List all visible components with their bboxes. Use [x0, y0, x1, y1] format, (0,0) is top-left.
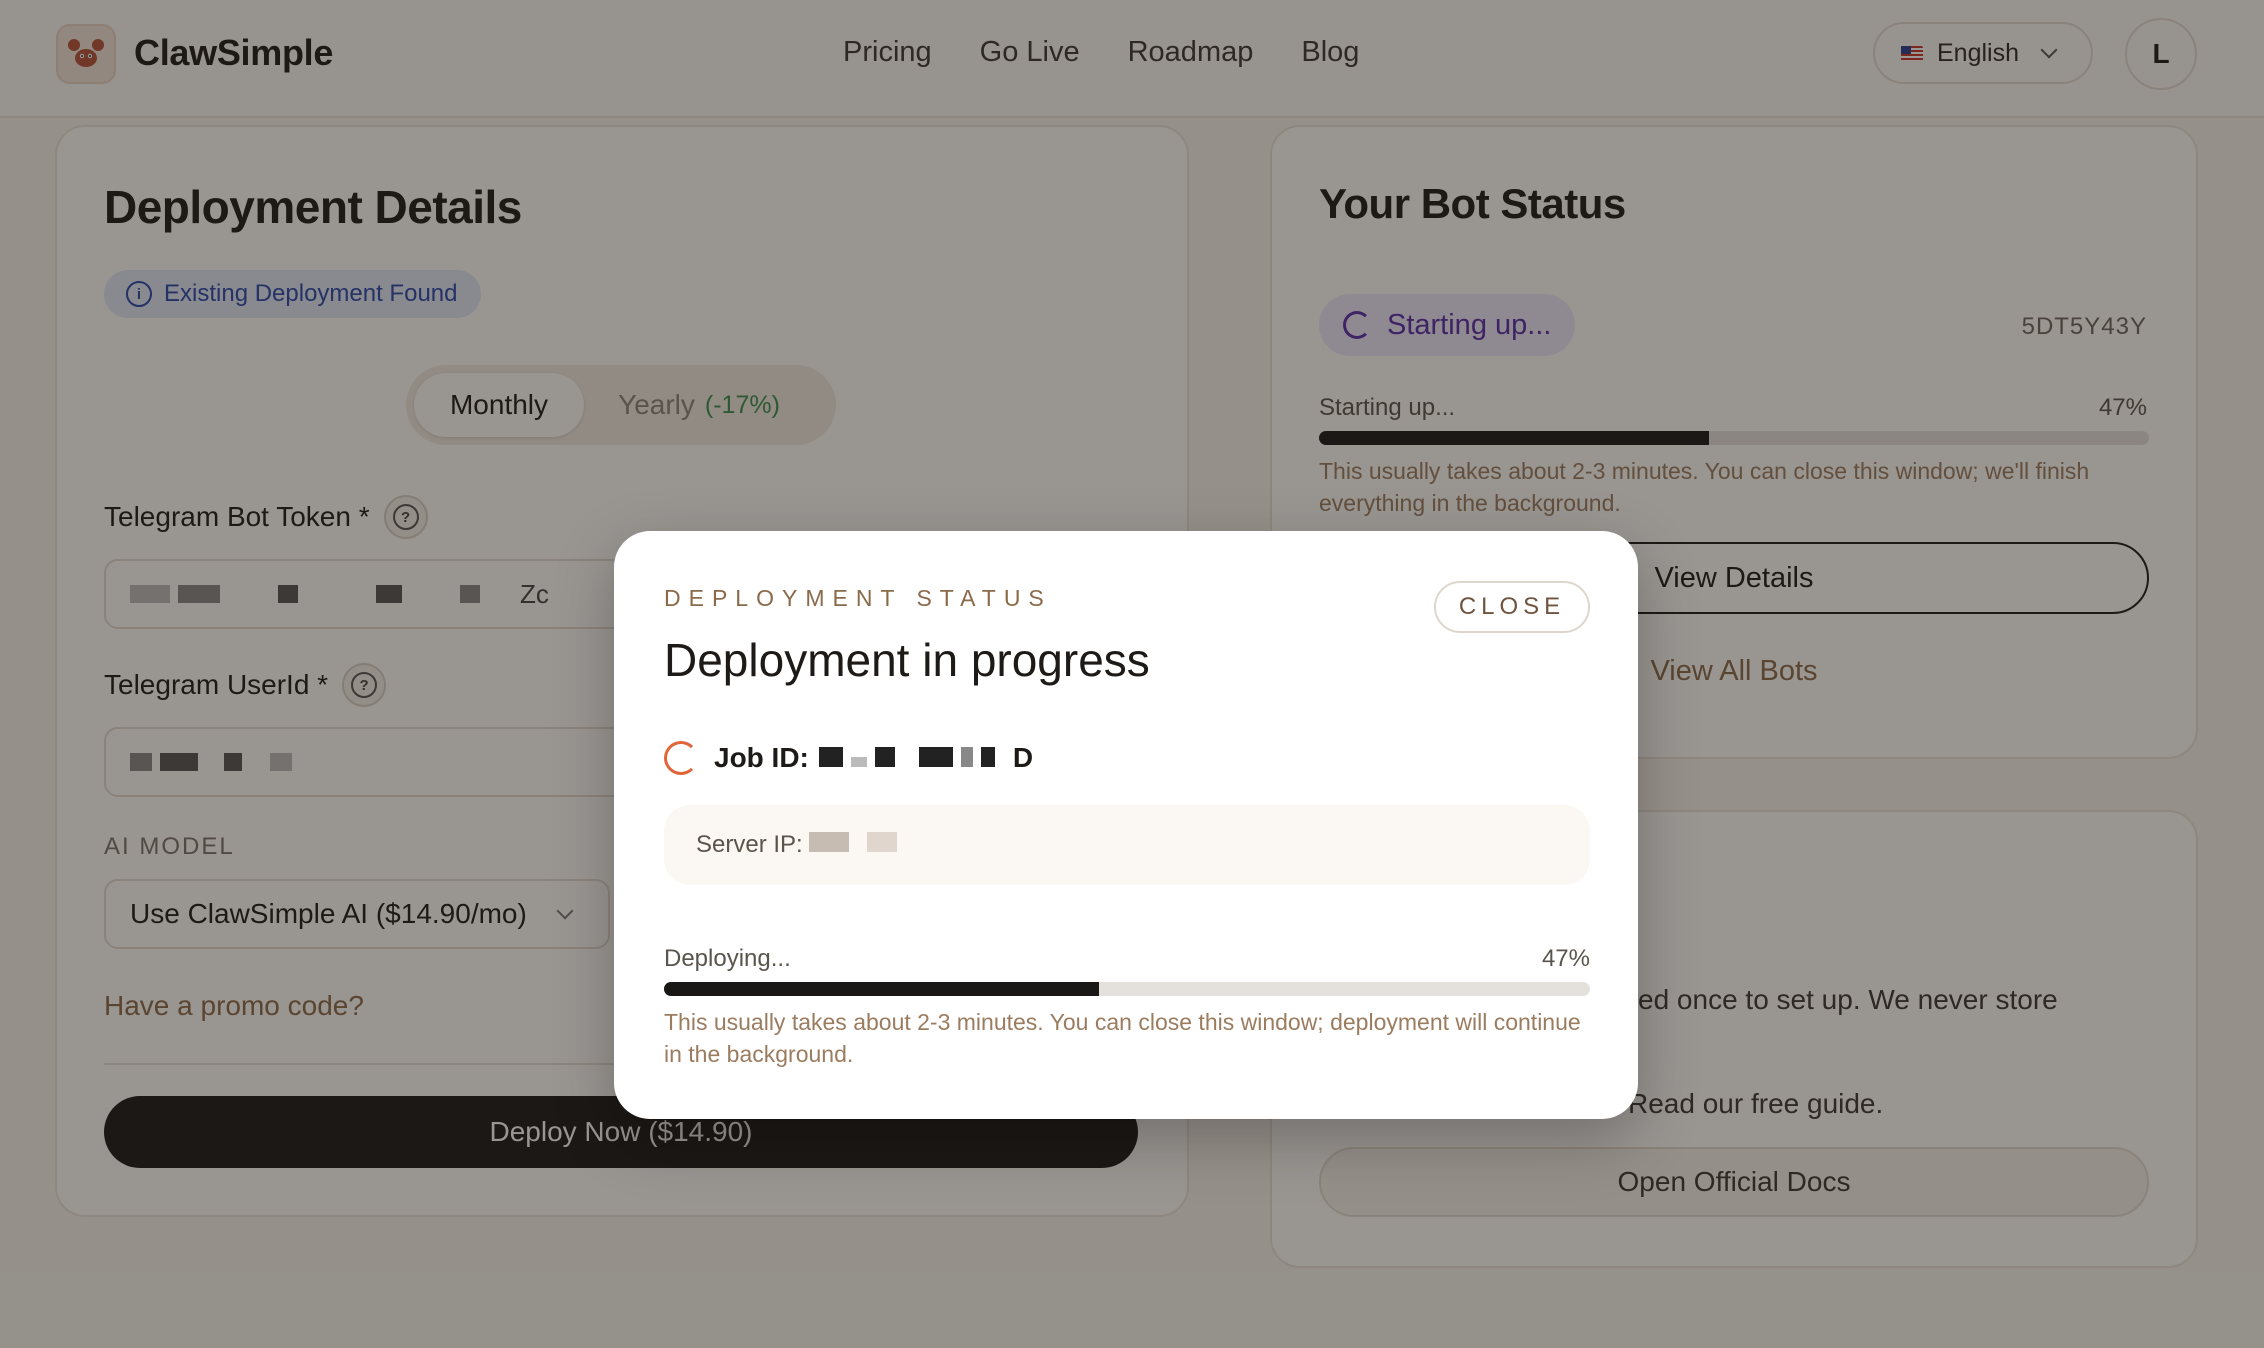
- modal-progress-label: Deploying...: [664, 945, 791, 972]
- modal-title: Deployment in progress: [664, 634, 1150, 686]
- server-ip-label: Server IP:: [696, 831, 803, 858]
- job-id-label: Job ID:: [714, 742, 809, 773]
- job-id: Job ID: D: [714, 742, 1033, 774]
- server-ip-redacted: [808, 831, 905, 859]
- modal-progress-bar: [664, 982, 1590, 996]
- modal-close-button[interactable]: CLOSE: [1434, 581, 1590, 633]
- server-ip-box: Server IP:: [664, 805, 1590, 885]
- modal-progress-note: This usually takes about 2-3 minutes. Yo…: [664, 1009, 1581, 1067]
- modal-progress-percent: 47%: [1541, 945, 1590, 972]
- deployment-status-modal: DEPLOYMENT STATUS Deployment in progress…: [614, 531, 1638, 1119]
- loading-spinner-icon: [664, 741, 698, 775]
- job-id-row: Job ID: D: [664, 741, 1033, 775]
- job-id-suffix: D: [1012, 742, 1034, 773]
- modal-progress-fill: [664, 982, 1100, 996]
- modal-eyebrow: DEPLOYMENT STATUS: [664, 585, 1052, 611]
- job-id-redacted: [818, 742, 1003, 774]
